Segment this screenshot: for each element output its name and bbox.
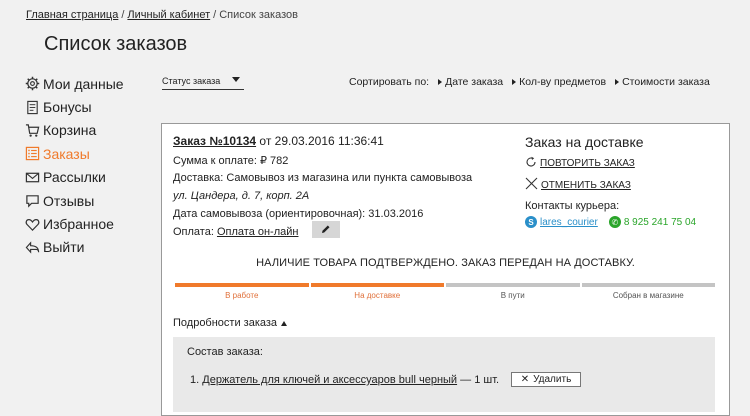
order-progress-labels: В работе На доставке В пути Собран в маг… [175,291,715,300]
cancel-order-button[interactable]: ОТМЕНИТЬ ЗАКАЗ [525,177,696,193]
chevron-up-icon [281,320,288,326]
progress-segment [446,283,580,287]
item-quantity: — 1 шт. [460,374,500,386]
payment-label: Оплата: [173,226,214,238]
breadcrumb-cabinet-link[interactable]: Личный кабинет [127,9,210,21]
courier-skype-link[interactable]: lares_courier [540,217,598,228]
whatsapp-icon: ✆ [608,216,621,228]
sidebar-item-label: Бонусы [43,99,92,116]
refresh-icon [525,156,540,171]
sort-option-label: Стоимости заказа [622,76,710,88]
cart-icon [24,122,40,138]
item-number: 1. [190,374,200,386]
progress-segment [310,283,444,287]
page-title: Список заказов [44,33,188,55]
sidebar-item-bonuses[interactable]: Бонусы [24,95,144,118]
sidebar-item-orders[interactable]: Заказы [24,142,144,165]
courier-contacts: S lares_courier ✆ 8 925 241 75 04 [525,216,696,228]
breadcrumb-home-link[interactable]: Главная страница [26,9,118,21]
edit-payment-button[interactable] [312,221,340,238]
close-icon [525,177,541,193]
exit-icon [24,239,40,255]
skype-icon: S [525,216,537,228]
order-date: от 29.03.2016 11:36:41 [259,134,384,148]
speech-bubble-icon [24,193,40,209]
envelope-icon [24,169,40,185]
item-name-link[interactable]: Держатель для ключей и аксессуаров bull … [202,374,457,386]
order-address: ул. Цандера, д. 7, корп. 2А [173,190,310,202]
order-details-toggle[interactable]: Подробности заказа [173,317,288,329]
progress-step-label: В пути [500,291,525,300]
delivery-panel: Заказ на доставке ПОВТОРИТЬ ЗАКАЗ ОТМЕНИ… [525,134,696,228]
pencil-icon [321,221,331,239]
triangle-right-icon [512,79,517,85]
triangle-right-icon [438,79,443,85]
list-item: 1. Держатель для ключей и аксессуаров bu… [190,374,499,386]
order-progress-bar [175,283,715,287]
close-icon: ✕ [520,374,530,385]
order-delivery: Доставка: Самовывоз из магазина или пунк… [173,172,473,184]
order-pickup-date: Дата самовывоза (ориентировочная): 31.03… [173,208,424,220]
order-amount: Сумма к оплате: ₽ 782 [173,155,289,167]
sidebar-item-label: Избранное [43,216,114,233]
order-status-message: НАЛИЧИЕ ТОВАРА ПОДТВЕРЖДЕНО. ЗАКАЗ ПЕРЕД… [256,257,635,269]
progress-segment [175,283,309,287]
delete-label: Удалить [533,374,572,385]
cancel-order-label: ОТМЕНИТЬ ЗАКАЗ [541,179,631,191]
sidebar-item-mailings[interactable]: Рассылки [24,166,144,189]
delete-item-button[interactable]: ✕ Удалить [511,372,581,387]
sort-by-quantity[interactable]: Кол-ву предметов [512,76,606,88]
sidebar-item-label: Корзина [43,122,97,139]
sidebar-item-label: Отзывы [43,192,95,209]
heart-icon [24,216,40,232]
delivery-status-title: Заказ на доставке [525,134,644,150]
progress-step-label: В работе [225,291,259,300]
sort-option-label: Кол-ву предметов [519,76,607,88]
payment-method-link[interactable]: Оплата он-лайн [217,226,299,238]
breadcrumb: Главная страница / Личный кабинет / Список з… [26,9,298,21]
sidebar-item-label: Выйти [43,239,85,256]
sidebar-item-logout[interactable]: Выйти [24,236,144,259]
courier-phone: 8 925 241 75 04 [623,216,697,228]
progress-step-label: На доставке [354,291,401,300]
sort-by-date[interactable]: Дате заказа [438,76,503,88]
sidebar-item-label: Мои данные [43,75,124,92]
gear-icon [24,76,40,92]
sidebar: Мои данные Бонусы Корзина Заказы Рассылк… [24,72,144,259]
courier-contacts-label: Контакты курьера: [525,200,620,212]
breadcrumb-current: Список заказов [219,9,298,21]
document-icon [24,99,40,115]
sidebar-item-label: Заказы [43,145,90,162]
breadcrumb-separator: / [121,9,125,21]
breadcrumb-separator: / [213,9,217,21]
repeat-order-label: ПОВТОРИТЬ ЗАКАЗ [540,158,635,169]
chevron-down-icon [232,77,240,82]
order-card: Заказ №10134 от 29.03.2016 11:36:41 Сумм… [161,123,730,416]
sidebar-item-reviews[interactable]: Отзывы [24,189,144,212]
sidebar-item-favorites[interactable]: Избранное [24,212,144,235]
order-payment: Оплата: Оплата он-лайн [173,226,298,238]
sort-bar: Сортировать по: Дате заказа Кол-ву предм… [349,76,710,88]
status-select[interactable]: Статус заказа [162,73,244,90]
status-select-value: Статус заказа [162,76,221,86]
order-details-label: Подробности заказа [173,317,278,329]
triangle-right-icon [615,79,620,85]
order-composition: Состав заказа: 1. Держатель для ключей и… [173,337,715,412]
sort-by-cost[interactable]: Стоимости заказа [615,76,710,88]
sidebar-item-label: Рассылки [43,169,106,186]
list-icon [24,146,40,162]
repeat-order-button[interactable]: ПОВТОРИТЬ ЗАКАЗ [525,156,696,171]
progress-step-label: Собран в магазине [612,291,684,300]
sidebar-item-cart[interactable]: Корзина [24,119,144,142]
composition-title: Состав заказа: [187,346,263,358]
sidebar-item-my-data[interactable]: Мои данные [24,72,144,95]
sort-label: Сортировать по: [349,76,430,88]
progress-segment [581,283,715,287]
sort-option-label: Дате заказа [445,76,504,88]
order-number-link[interactable]: Заказ №10134 [173,134,256,148]
order-title: Заказ №10134 от 29.03.2016 11:36:41 [173,134,384,148]
